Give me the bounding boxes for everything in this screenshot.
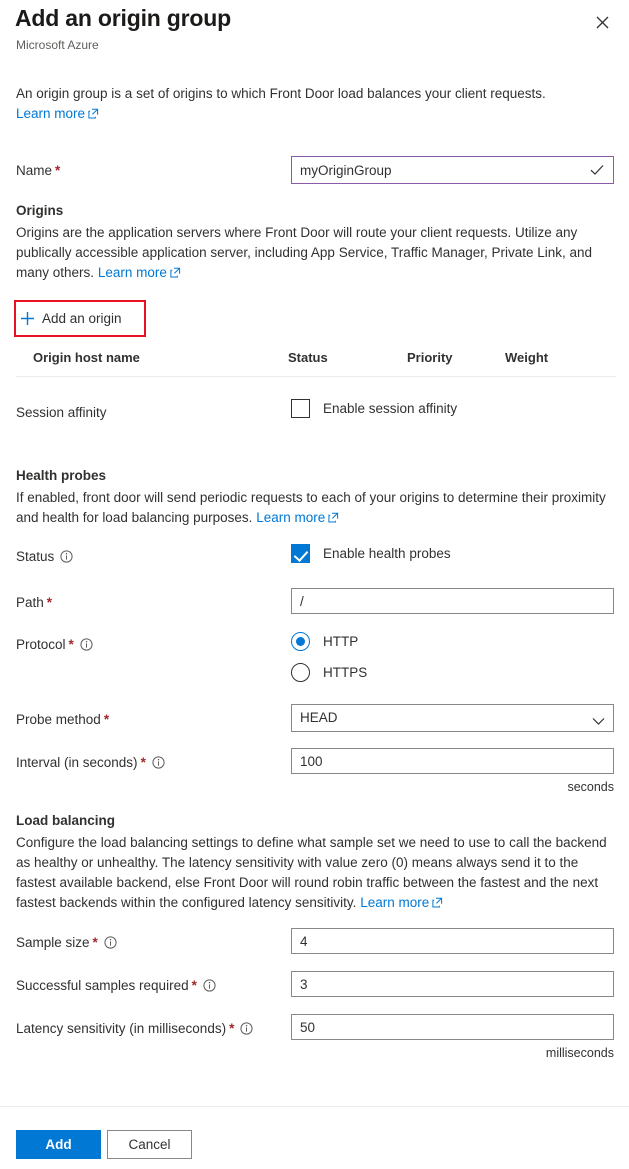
- name-required-marker: *: [55, 163, 61, 178]
- name-input[interactable]: [291, 156, 614, 184]
- intro-description: An origin group is a set of origins to w…: [16, 86, 546, 101]
- interval-label: Interval (in seconds) *: [16, 755, 165, 772]
- name-input-wrapper: [291, 156, 614, 184]
- intro-learn-more-link[interactable]: Learn more: [16, 106, 99, 121]
- close-button[interactable]: [587, 7, 617, 37]
- enable-session-affinity-checkbox-row[interactable]: Enable session affinity: [291, 399, 457, 418]
- protocol-radio-http[interactable]: HTTP: [291, 632, 358, 651]
- sample-size-label: Sample size *: [16, 935, 117, 952]
- sample-size-required-marker: *: [92, 935, 98, 950]
- probe-method-select[interactable]: HEAD: [291, 704, 614, 732]
- latency-sensitivity-input[interactable]: [291, 1014, 614, 1040]
- health-probe-status-label: Status: [16, 549, 73, 566]
- close-icon: [596, 16, 609, 29]
- load-balancing-section-title: Load balancing: [16, 813, 116, 828]
- interval-required-marker: *: [140, 755, 146, 770]
- info-icon[interactable]: [152, 756, 165, 772]
- enable-health-probes-checkbox-row[interactable]: Enable health probes: [291, 544, 451, 563]
- path-label: Path *: [16, 595, 53, 610]
- add-button[interactable]: Add: [16, 1130, 101, 1159]
- add-an-origin-label: Add an origin: [42, 310, 122, 326]
- page-title: Add an origin group: [15, 5, 231, 31]
- health-probes-section-description: If enabled, front door will send periodi…: [16, 488, 618, 529]
- enable-health-probes-checkbox[interactable]: [291, 544, 310, 563]
- load-balancing-learn-more-label: Learn more: [360, 895, 430, 910]
- probe-method-select-wrapper: HEAD: [291, 704, 614, 732]
- session-affinity-label: Session affinity: [16, 405, 107, 420]
- origins-learn-more-label: Learn more: [97, 265, 167, 280]
- column-header-priority: Priority: [407, 350, 453, 365]
- radio-http[interactable]: [291, 632, 310, 651]
- successful-samples-input[interactable]: [291, 971, 614, 997]
- info-icon[interactable]: [240, 1022, 253, 1038]
- path-required-marker: *: [46, 595, 53, 610]
- info-icon[interactable]: [104, 936, 117, 952]
- health-probes-learn-more-label: Learn more: [256, 510, 326, 525]
- add-button-label: Add: [45, 1137, 72, 1152]
- intro-learn-more-label: Learn more: [16, 106, 86, 121]
- table-divider: [16, 376, 616, 377]
- enable-health-probes-label: Enable health probes: [323, 546, 451, 561]
- protocol-option-label-http: HTTP: [323, 634, 359, 649]
- health-probes-section-title: Health probes: [16, 468, 107, 483]
- probe-method-required-marker: *: [103, 712, 110, 727]
- cancel-button-label: Cancel: [128, 1137, 171, 1152]
- sample-size-input[interactable]: [291, 928, 614, 954]
- footer-divider: [0, 1106, 629, 1107]
- interval-unit-label: seconds: [567, 780, 614, 794]
- external-link-icon: [88, 105, 99, 125]
- successful-samples-required-marker: *: [191, 978, 197, 993]
- protocol-radio-https[interactable]: HTTPS: [291, 663, 367, 682]
- external-link-icon: [432, 894, 443, 914]
- probe-method-label: Probe method *: [16, 712, 110, 727]
- protocol-required-marker: *: [68, 637, 74, 652]
- probe-method-selected-value: HEAD: [300, 710, 338, 725]
- name-label: Name *: [16, 163, 61, 178]
- path-input[interactable]: [291, 588, 614, 614]
- latency-sensitivity-required-marker: *: [229, 1021, 235, 1036]
- origins-learn-more-link[interactable]: Learn more: [98, 265, 181, 280]
- health-probes-learn-more-link[interactable]: Learn more: [256, 510, 339, 525]
- cancel-button[interactable]: Cancel: [107, 1130, 192, 1159]
- external-link-icon: [170, 264, 181, 284]
- load-balancing-description-text: Configure the load balancing settings to…: [16, 835, 607, 910]
- protocol-option-label-https: HTTPS: [323, 665, 368, 680]
- enable-session-affinity-checkbox[interactable]: [291, 399, 310, 418]
- origins-section-description: Origins are the application servers wher…: [16, 223, 618, 284]
- plus-icon: [20, 311, 35, 326]
- load-balancing-section-description: Configure the load balancing settings to…: [16, 833, 618, 914]
- page-subtitle: Microsoft Azure: [16, 38, 99, 52]
- latency-sensitivity-label: Latency sensitivity (in milliseconds) *: [16, 1021, 253, 1038]
- add-an-origin-button[interactable]: Add an origin: [20, 305, 122, 331]
- add-origin-group-panel: Add an origin group Microsoft Azure An o…: [0, 0, 629, 1169]
- origins-section-title: Origins: [16, 203, 64, 218]
- intro-text-block: An origin group is a set of origins to w…: [16, 84, 616, 125]
- column-header-origin-host-name: Origin host name: [33, 350, 140, 365]
- load-balancing-learn-more-link[interactable]: Learn more: [360, 895, 443, 910]
- successful-samples-label: Successful samples required *: [16, 978, 216, 995]
- info-icon[interactable]: [203, 979, 216, 995]
- enable-session-affinity-label: Enable session affinity: [323, 401, 458, 416]
- column-header-weight: Weight: [505, 350, 549, 365]
- info-icon[interactable]: [60, 550, 73, 566]
- info-icon[interactable]: [80, 638, 93, 654]
- column-header-status: Status: [288, 350, 328, 365]
- external-link-icon: [328, 509, 339, 529]
- latency-sensitivity-unit-label: milliseconds: [545, 1046, 614, 1060]
- interval-input[interactable]: [291, 748, 614, 774]
- radio-https[interactable]: [291, 663, 310, 682]
- protocol-label: Protocol *: [16, 637, 93, 654]
